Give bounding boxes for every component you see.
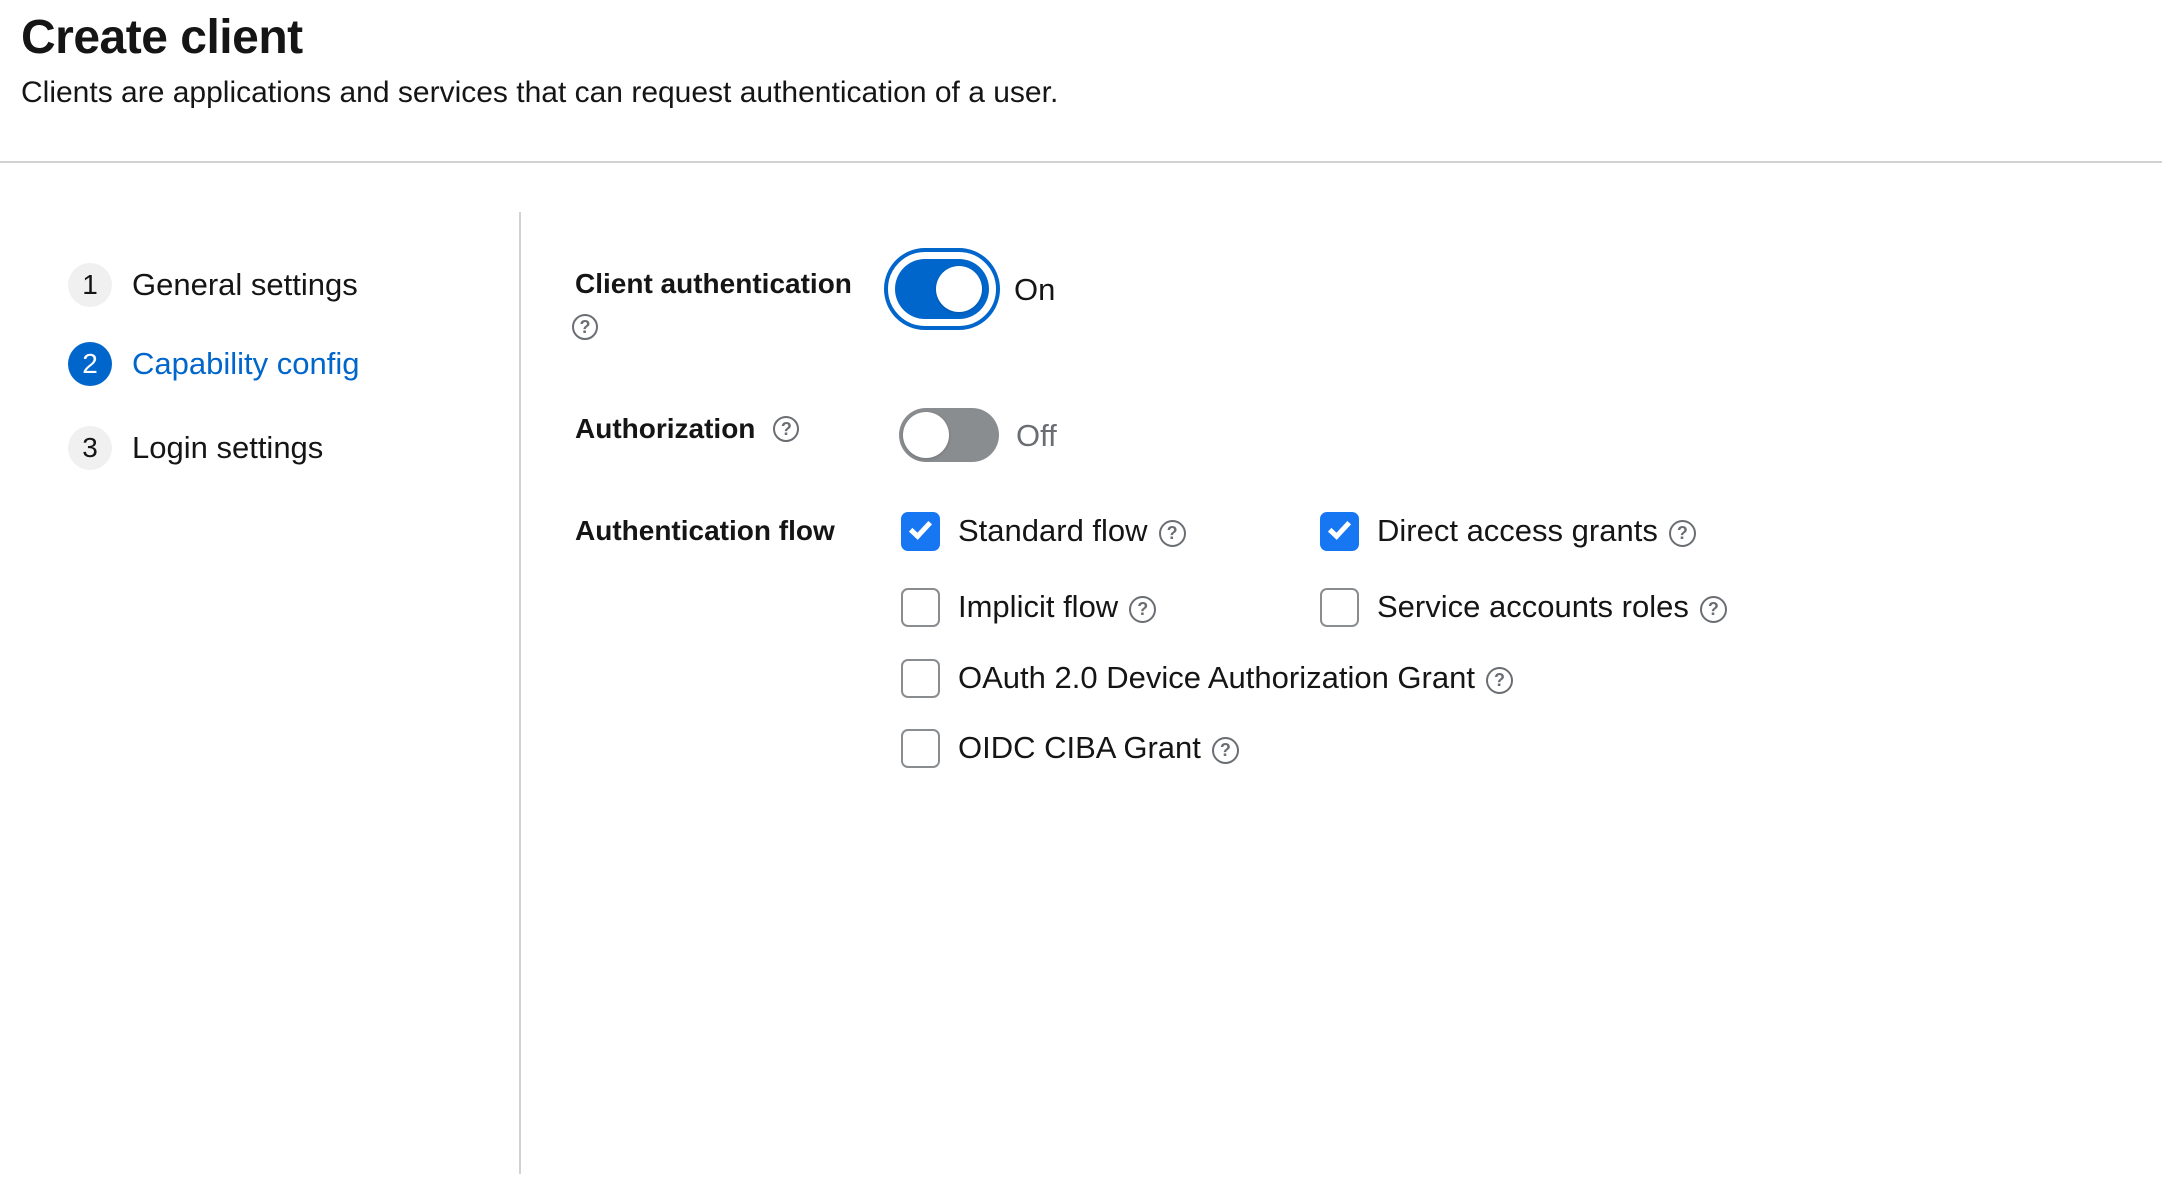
wizard-step-general-settings[interactable]: 1 General settings xyxy=(68,263,358,307)
question-circle-icon[interactable]: ? xyxy=(1212,737,1239,764)
header-divider xyxy=(0,161,2162,163)
option-direct-access-grants[interactable]: Direct access grants ? xyxy=(1320,511,1696,551)
checkbox[interactable] xyxy=(901,512,940,551)
option-label: Implicit flow xyxy=(958,589,1118,625)
option-label: OAuth 2.0 Device Authorization Grant xyxy=(958,660,1475,696)
step-label: General settings xyxy=(132,267,358,303)
question-circle-icon[interactable]: ? xyxy=(1159,520,1186,547)
wizard-step-login-settings[interactable]: 3 Login settings xyxy=(68,426,323,470)
authorization-label-row: Authorization ? xyxy=(575,413,799,445)
question-circle-icon[interactable]: ? xyxy=(1700,596,1727,623)
option-oidc-ciba-grant[interactable]: OIDC CIBA Grant ? xyxy=(901,728,1239,768)
toggle-knob xyxy=(936,266,982,312)
client-authentication-state-label: On xyxy=(1014,272,1055,308)
page-title: Create client xyxy=(21,10,303,65)
option-oauth-device-authorization-grant[interactable]: OAuth 2.0 Device Authorization Grant ? xyxy=(901,658,1513,698)
authorization-label: Authorization xyxy=(575,413,755,445)
wizard-nav-divider xyxy=(519,212,521,1174)
toggle-knob xyxy=(903,412,949,458)
client-authentication-label: Client authentication xyxy=(575,268,852,300)
checkbox[interactable] xyxy=(901,588,940,627)
step-label: Capability config xyxy=(132,346,359,382)
option-implicit-flow[interactable]: Implicit flow ? xyxy=(901,587,1156,627)
authentication-flow-label: Authentication flow xyxy=(575,515,835,547)
checkbox[interactable] xyxy=(901,659,940,698)
option-label: OIDC CIBA Grant xyxy=(958,730,1201,766)
wizard-step-capability-config[interactable]: 2 Capability config xyxy=(68,342,359,386)
question-circle-icon[interactable]: ? xyxy=(572,314,598,340)
question-circle-icon[interactable]: ? xyxy=(1129,596,1156,623)
toggle-track xyxy=(895,259,989,319)
step-number-badge: 2 xyxy=(68,342,112,386)
page-subtitle: Clients are applications and services th… xyxy=(21,76,1058,110)
option-label: Direct access grants xyxy=(1377,513,1658,549)
create-client-page: Create client Clients are applications a… xyxy=(0,0,2162,1178)
authorization-toggle[interactable] xyxy=(899,408,999,462)
authorization-state-label: Off xyxy=(1016,418,1057,454)
question-circle-icon[interactable]: ? xyxy=(773,416,799,442)
step-number-badge: 1 xyxy=(68,263,112,307)
step-number-badge: 3 xyxy=(68,426,112,470)
option-label: Service accounts roles xyxy=(1377,589,1689,625)
checkmark-icon xyxy=(1328,516,1351,540)
checkmark-icon xyxy=(909,516,932,540)
option-standard-flow[interactable]: Standard flow ? xyxy=(901,511,1186,551)
toggle-track xyxy=(899,408,999,462)
option-label: Standard flow xyxy=(958,513,1148,549)
question-circle-icon[interactable]: ? xyxy=(1669,520,1696,547)
option-service-accounts-roles[interactable]: Service accounts roles ? xyxy=(1320,587,1727,627)
question-circle-icon[interactable]: ? xyxy=(1486,667,1513,694)
checkbox[interactable] xyxy=(1320,588,1359,627)
checkbox[interactable] xyxy=(1320,512,1359,551)
client-authentication-toggle[interactable] xyxy=(884,248,1000,330)
checkbox[interactable] xyxy=(901,729,940,768)
step-label: Login settings xyxy=(132,430,323,466)
